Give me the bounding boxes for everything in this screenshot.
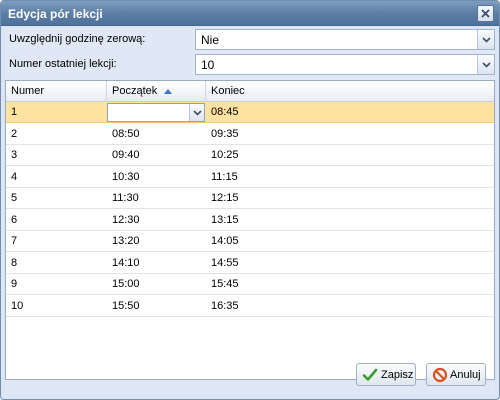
- cell-start: 13:20: [112, 235, 140, 247]
- column-header-end[interactable]: Koniec: [206, 81, 494, 102]
- table-row[interactable]: 8 14:10 14:55: [6, 253, 494, 274]
- zero-hour-value: Nie: [201, 33, 220, 47]
- cell-end: 11:15: [211, 171, 238, 183]
- cell-end: 13:15: [211, 214, 239, 226]
- table-row[interactable]: 10 15:50 16:35: [6, 296, 494, 317]
- cell-number: 8: [11, 257, 18, 269]
- table-row[interactable]: 4 10:30 11:15: [6, 167, 494, 188]
- title-bar[interactable]: Edycja pór lekcji: [1, 1, 499, 26]
- cell-end: 08:45: [211, 106, 239, 118]
- zero-hour-row: Uwzględnij godzinę zerową: Nie: [5, 29, 495, 51]
- column-header-start[interactable]: Początek: [107, 81, 206, 102]
- cell-start: 08:50: [112, 128, 140, 140]
- zero-hour-label: Uwzględnij godzinę zerową:: [9, 33, 146, 45]
- cell-end: 09:35: [211, 128, 239, 140]
- cell-start: 15:50: [112, 300, 140, 312]
- cancel-button[interactable]: Anuluj: [426, 363, 486, 386]
- lessons-grid: Numer Początek Koniec 1 08:45 2 08:50 09…: [5, 80, 495, 380]
- last-lesson-label: Numer ostatniej lekcji:: [9, 58, 117, 70]
- dialog-window: Edycja pór lekcji Uwzględnij godzinę zer…: [0, 0, 500, 400]
- cell-end: 16:35: [211, 300, 239, 312]
- checkmark-icon: [362, 368, 378, 381]
- prohibited-icon: [432, 367, 448, 383]
- column-header-label: Koniec: [211, 85, 245, 97]
- cell-end: 10:25: [211, 149, 239, 161]
- table-row[interactable]: 9 15:00 15:45: [6, 274, 494, 295]
- cell-number: 5: [11, 192, 18, 204]
- cell-number: 2: [11, 128, 18, 140]
- grid-header: Numer Początek Koniec: [6, 81, 494, 102]
- chevron-down-icon[interactable]: [477, 30, 494, 49]
- table-row[interactable]: 5 11:30 12:15: [6, 188, 494, 209]
- dialog-body: Uwzględnij godzinę zerową: Nie Numer ost…: [5, 28, 495, 394]
- cancel-button-label: Anuluj: [450, 369, 481, 381]
- chevron-down-icon[interactable]: [189, 104, 204, 121]
- table-row[interactable]: 2 08:50 09:35: [6, 124, 494, 145]
- cell-end: 12:15: [211, 192, 239, 204]
- cell-start: 15:00: [112, 278, 140, 290]
- save-button[interactable]: Zapisz: [356, 363, 416, 386]
- cell-end: 14:55: [211, 257, 239, 269]
- last-lesson-value: 10: [201, 58, 215, 72]
- cell-end: 14:05: [211, 235, 239, 247]
- save-button-label: Zapisz: [381, 369, 414, 381]
- sort-ascending-icon: [164, 88, 173, 94]
- close-button[interactable]: [477, 5, 494, 22]
- cell-end: 15:45: [211, 278, 239, 290]
- cell-number: 9: [11, 278, 18, 290]
- table-row[interactable]: 1 08:45: [6, 102, 494, 123]
- column-header-label: Początek: [112, 85, 158, 97]
- cell-start: 12:30: [112, 214, 140, 226]
- cell-start: 11:30: [112, 192, 139, 204]
- cell-number: 1: [11, 106, 18, 118]
- table-row[interactable]: 7 13:20 14:05: [6, 231, 494, 252]
- chevron-down-icon[interactable]: [477, 55, 494, 74]
- cell-number: 10: [11, 300, 24, 312]
- last-lesson-select[interactable]: 10: [195, 54, 495, 75]
- cell-start: 14:10: [112, 257, 140, 269]
- cell-number: 3: [11, 149, 18, 161]
- cell-start: 10:30: [112, 171, 140, 183]
- table-row[interactable]: 3 09:40 10:25: [6, 145, 494, 166]
- last-lesson-row: Numer ostatniej lekcji: 10: [5, 54, 495, 76]
- start-time-editor[interactable]: [107, 103, 205, 122]
- cell-number: 4: [11, 171, 18, 183]
- zero-hour-select[interactable]: Nie: [195, 29, 495, 50]
- cell-number: 7: [11, 235, 18, 247]
- cell-number: 6: [11, 214, 18, 226]
- close-icon: [481, 9, 490, 18]
- column-header-label: Numer: [11, 85, 45, 97]
- cell-start: 09:40: [112, 149, 140, 161]
- dialog-title: Edycja pór lekcji: [8, 7, 103, 21]
- column-header-number[interactable]: Numer: [6, 81, 107, 102]
- table-row[interactable]: 6 12:30 13:15: [6, 210, 494, 231]
